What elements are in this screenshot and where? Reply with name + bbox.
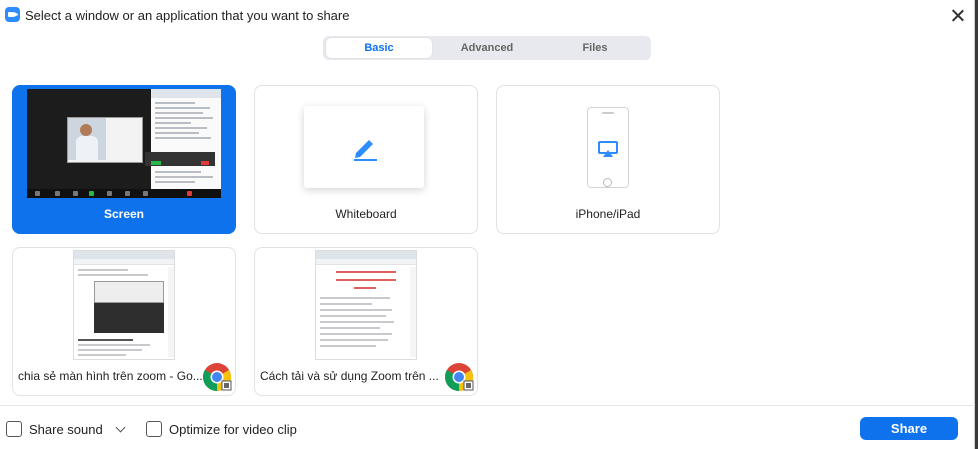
screen-label: Screen (103, 207, 145, 221)
tab-advanced[interactable]: Advanced (434, 38, 540, 58)
whiteboard-option[interactable]: Whiteboard (254, 85, 478, 234)
whiteboard-card (304, 106, 424, 188)
window-thumbnail-2 (315, 250, 417, 360)
airplay-icon (598, 141, 618, 157)
iphone-ipad-label: iPhone/iPad (575, 207, 641, 221)
tab-files[interactable]: Files (542, 38, 648, 58)
screen-option[interactable]: Screen (12, 85, 236, 234)
screen-thumbnail (27, 89, 221, 198)
share-button[interactable]: Share (860, 417, 958, 440)
dialog-title: Select a window or an application that y… (25, 8, 350, 23)
close-icon[interactable] (948, 6, 968, 26)
tab-basic[interactable]: Basic (326, 38, 432, 58)
chrome-icon (445, 363, 474, 391)
window-option-1[interactable]: chia sẻ màn hình trên zoom - Go... (12, 247, 236, 396)
whiteboard-label: Whiteboard (335, 207, 397, 221)
title-bar: Select a window or an application that y… (0, 0, 975, 30)
chrome-icon (203, 363, 232, 391)
zoom-icon (5, 7, 20, 22)
share-screen-dialog: Select a window or an application that y… (0, 0, 975, 449)
window-title-2: Cách tải và sử dụng Zoom trên ... (260, 369, 439, 383)
iphone-ipad-option[interactable]: iPhone/iPad (496, 85, 720, 234)
tab-bar: Basic Advanced Files (323, 36, 651, 60)
share-sound-label: Share sound (29, 422, 103, 437)
optimize-video-label: Optimize for video clip (169, 422, 297, 437)
share-sound-checkbox[interactable] (6, 421, 22, 437)
optimize-video-checkbox[interactable] (146, 421, 162, 437)
window-title-1: chia sẻ màn hình trên zoom - Go... (18, 369, 203, 383)
phone-graphic (587, 107, 629, 188)
pencil-icon (354, 140, 377, 161)
chevron-down-icon[interactable] (115, 422, 126, 433)
window-option-2[interactable]: Cách tải và sử dụng Zoom trên ... (254, 247, 478, 396)
footer-divider (0, 405, 975, 406)
window-thumbnail-1 (73, 250, 175, 360)
